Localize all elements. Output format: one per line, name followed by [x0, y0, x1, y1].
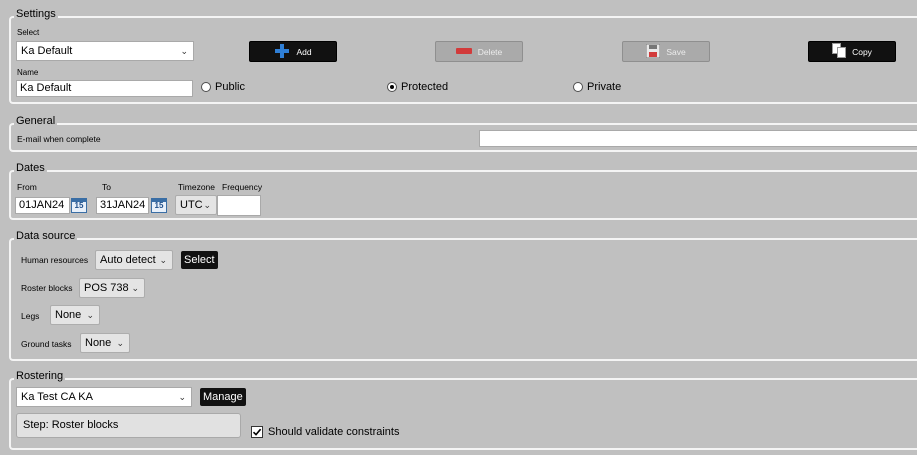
chevron-down-icon: ⌄ — [180, 46, 188, 56]
profile-select[interactable]: Ka Default ⌄ — [16, 41, 194, 61]
profile-select-value: Ka Default — [21, 45, 73, 57]
validate-label: Should validate constraints — [268, 426, 400, 438]
radio-public-label: Public — [215, 81, 245, 93]
plus-icon — [274, 43, 290, 61]
legs-select[interactable]: None ⌄ — [50, 305, 100, 325]
add-button[interactable]: Add — [249, 41, 337, 62]
copy-button[interactable]: Copy — [808, 41, 896, 62]
to-date-input[interactable]: 31JAN24 — [96, 197, 149, 214]
step-text: Step: Roster blocks — [23, 419, 119, 431]
calendar-icon[interactable]: 15 — [71, 198, 87, 213]
roster-select[interactable]: Ka Test CA KA ⌄ — [16, 387, 192, 407]
email-input[interactable] — [479, 130, 917, 147]
name-input-value: Ka Default — [20, 82, 72, 94]
from-calendar-day: 15 — [74, 201, 84, 210]
chevron-down-icon: ⌄ — [131, 283, 139, 293]
radio-protected[interactable] — [387, 82, 397, 92]
to-calendar-day: 15 — [154, 201, 164, 210]
validate-checkbox[interactable] — [251, 426, 263, 438]
calendar-icon[interactable]: 15 — [151, 198, 167, 213]
manage-button[interactable]: Manage — [200, 388, 246, 406]
dates-title: Dates — [14, 162, 47, 174]
chevron-down-icon: ⌄ — [116, 338, 124, 348]
general-title: General — [14, 115, 58, 127]
chevron-down-icon: ⌄ — [178, 392, 186, 402]
chevron-down-icon: ⌄ — [203, 200, 211, 210]
ground-tasks-value: None — [85, 337, 112, 349]
settings-title: Settings — [14, 8, 58, 20]
frequency-label: Frequency — [222, 182, 263, 192]
radio-protected-label: Protected — [401, 81, 449, 93]
copy-button-label: Copy — [852, 46, 872, 57]
roster-blocks-select[interactable]: POS 738 ⌄ — [79, 278, 145, 298]
ground-tasks-select[interactable]: None ⌄ — [80, 333, 130, 353]
add-button-label: Add — [296, 46, 312, 57]
human-resources-label: Human resources — [21, 255, 89, 265]
from-date-input[interactable]: 01JAN24 — [15, 197, 70, 214]
email-label: E-mail when complete — [17, 134, 101, 144]
name-input[interactable]: Ka Default — [16, 80, 193, 97]
minus-icon — [455, 47, 472, 57]
radio-public[interactable] — [201, 82, 211, 92]
radio-private-label: Private — [587, 81, 622, 93]
select-button[interactable]: Select — [181, 251, 218, 269]
floppy-disk-icon — [645, 43, 661, 60]
roster-blocks-value: POS 738 — [84, 282, 129, 294]
from-label: From — [17, 182, 37, 192]
timezone-label: Timezone — [178, 182, 216, 192]
name-label: Name — [17, 68, 39, 77]
ground-tasks-label: Ground tasks — [21, 339, 72, 349]
legs-value: None — [55, 309, 82, 321]
to-date-value: 31JAN24 — [100, 199, 146, 211]
roster-blocks-label: Roster blocks — [21, 283, 73, 293]
save-button[interactable]: Save — [622, 41, 710, 62]
checkmark-icon — [252, 428, 262, 436]
delete-button[interactable]: Delete — [435, 41, 523, 62]
legs-label: Legs — [21, 311, 40, 321]
save-button-label: Save — [666, 46, 686, 57]
to-label: To — [102, 182, 111, 192]
from-date-value: 01JAN24 — [19, 199, 65, 211]
step-indicator: Step: Roster blocks — [16, 413, 241, 438]
timezone-select[interactable]: UTC ⌄ — [175, 195, 217, 215]
frequency-input[interactable] — [217, 195, 261, 216]
radio-private[interactable] — [573, 82, 583, 92]
human-resources-select[interactable]: Auto detect ⌄ — [95, 250, 173, 270]
roster-select-value: Ka Test CA KA — [21, 391, 93, 403]
rostering-title: Rostering — [14, 370, 66, 382]
copy-documents-icon — [832, 43, 847, 60]
select-label: Select — [17, 28, 40, 37]
human-resources-value: Auto detect — [100, 254, 156, 266]
delete-button-label: Delete — [477, 46, 503, 57]
data-source-title: Data source — [14, 230, 78, 242]
chevron-down-icon: ⌄ — [86, 310, 94, 320]
chevron-down-icon: ⌄ — [159, 255, 167, 265]
timezone-value: UTC — [180, 199, 203, 211]
